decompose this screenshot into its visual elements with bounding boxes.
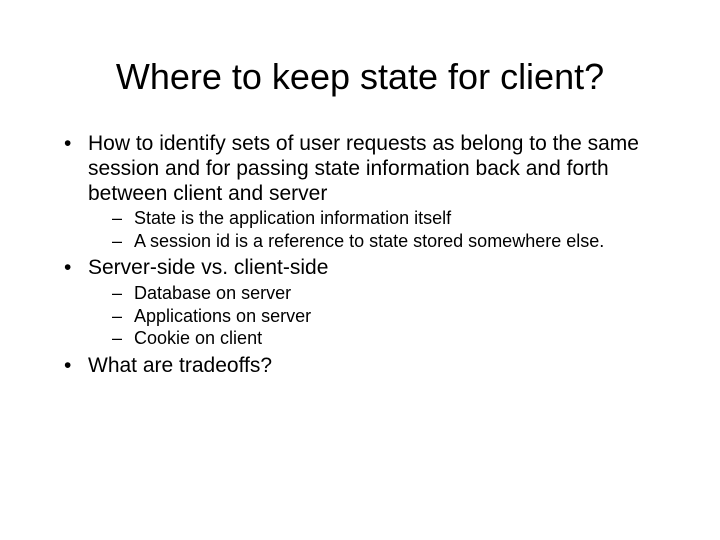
sub-bullet-text: Database on server: [134, 283, 291, 303]
sub-bullet-item: Applications on server: [112, 306, 662, 328]
sub-bullet-item: Cookie on client: [112, 328, 662, 350]
sub-bullet-text: State is the application information its…: [134, 208, 451, 228]
sub-bullet-item: Database on server: [112, 283, 662, 305]
sub-bullet-list: State is the application information its…: [88, 208, 662, 252]
slide-body: How to identify sets of user requests as…: [0, 132, 720, 379]
bullet-text: Server-side vs. client-side: [88, 256, 328, 279]
sub-bullet-text: Applications on server: [134, 306, 311, 326]
bullet-item: How to identify sets of user requests as…: [58, 132, 662, 252]
slide-title: Where to keep state for client?: [0, 56, 720, 98]
sub-bullet-text: A session id is a reference to state sto…: [134, 231, 604, 251]
sub-bullet-item: A session id is a reference to state sto…: [112, 231, 662, 253]
bullet-text: What are tradeoffs?: [88, 354, 272, 377]
slide: Where to keep state for client? How to i…: [0, 56, 720, 540]
sub-bullet-list: Database on server Applications on serve…: [88, 283, 662, 350]
sub-bullet-item: State is the application information its…: [112, 208, 662, 230]
bullet-list: How to identify sets of user requests as…: [58, 132, 662, 379]
bullet-text: How to identify sets of user requests as…: [88, 132, 639, 205]
sub-bullet-text: Cookie on client: [134, 328, 262, 348]
bullet-item: Server-side vs. client-side Database on …: [58, 256, 662, 350]
bullet-item: What are tradeoffs?: [58, 354, 662, 379]
